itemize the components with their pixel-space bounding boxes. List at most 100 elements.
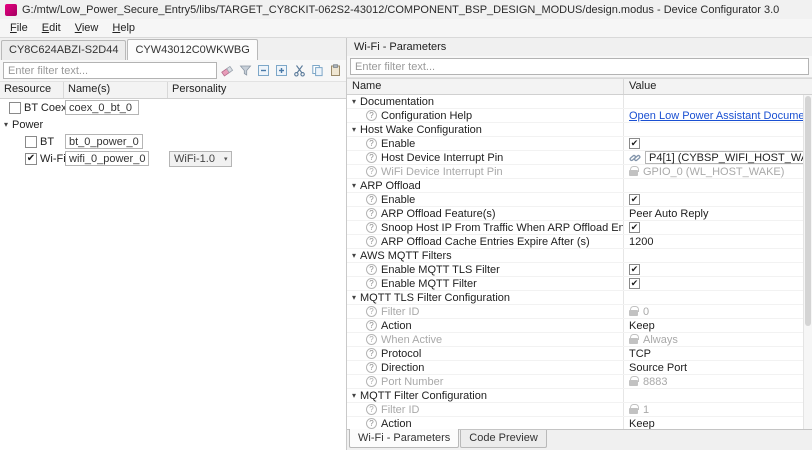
chevron-down-icon: ▾ bbox=[224, 155, 228, 163]
param-label: Host Device Interrupt Pin bbox=[381, 152, 503, 164]
app-icon bbox=[5, 4, 17, 16]
help-icon[interactable]: ? bbox=[366, 152, 377, 163]
paste-icon[interactable] bbox=[327, 63, 343, 78]
value-text[interactable]: Peer Auto Reply bbox=[629, 208, 709, 220]
help-icon[interactable]: ? bbox=[366, 404, 377, 415]
copy-icon[interactable] bbox=[309, 63, 325, 78]
param-label: WiFi Device Interrupt Pin bbox=[381, 166, 503, 178]
collapse-icon[interactable]: ▾ bbox=[352, 126, 356, 134]
value-checkbox[interactable] bbox=[629, 138, 640, 149]
param-label: Enable MQTT Filter bbox=[381, 278, 477, 290]
help-icon[interactable]: ? bbox=[366, 376, 377, 387]
scrollbar-thumb[interactable] bbox=[805, 96, 811, 326]
resource-name-input[interactable]: coex_0_bt_0 bbox=[65, 100, 139, 115]
help-icon[interactable]: ? bbox=[366, 418, 377, 429]
resource-name-input[interactable]: wifi_0_power_0 bbox=[65, 151, 149, 166]
pin-value-input[interactable]: P4[1] (CYBSP_WIFI_HOST_WAKE) bbox=[645, 151, 812, 164]
resource-name-input[interactable]: bt_0_power_0 bbox=[65, 134, 143, 149]
help-icon[interactable]: ? bbox=[366, 264, 377, 275]
cut-icon[interactable] bbox=[291, 63, 307, 78]
param-filter-input[interactable] bbox=[350, 58, 809, 75]
param-row: ?ProtocolTCP bbox=[347, 347, 812, 361]
param-label: Enable bbox=[381, 138, 415, 150]
param-row: ?Port Number8883 bbox=[347, 375, 812, 389]
collapse-icon[interactable]: ▾ bbox=[352, 182, 356, 190]
param-label: Snoop Host IP From Traffic When ARP Offl… bbox=[381, 222, 624, 234]
value-checkbox[interactable] bbox=[629, 222, 640, 233]
param-row: ?DirectionSource Port bbox=[347, 361, 812, 375]
help-icon[interactable]: ? bbox=[366, 320, 377, 331]
value-text[interactable]: TCP bbox=[629, 348, 651, 360]
column-header-personality[interactable]: Personality bbox=[168, 82, 346, 98]
help-icon[interactable]: ? bbox=[366, 208, 377, 219]
param-row: ?When ActiveAlways bbox=[347, 333, 812, 347]
section-label: Documentation bbox=[360, 96, 434, 108]
value-text: GPIO_0 (WL_HOST_WAKE) bbox=[643, 166, 784, 178]
resource-filter-input[interactable] bbox=[3, 62, 217, 79]
resource-checkbox[interactable] bbox=[9, 102, 21, 114]
column-header-name[interactable]: Name bbox=[347, 79, 624, 94]
menu-edit[interactable]: Edit bbox=[35, 20, 68, 36]
personality-select[interactable]: WiFi-1.0▾ bbox=[169, 151, 232, 167]
help-icon[interactable]: ? bbox=[366, 306, 377, 317]
collapse-icon[interactable]: ▾ bbox=[4, 121, 8, 129]
help-icon[interactable]: ? bbox=[366, 362, 377, 373]
lock-icon bbox=[629, 408, 638, 414]
help-icon[interactable]: ? bbox=[366, 110, 377, 121]
value-checkbox[interactable] bbox=[629, 194, 640, 205]
bottom-tab[interactable]: Wi-Fi - Parameters bbox=[349, 429, 459, 448]
resource-checkbox[interactable] bbox=[25, 153, 37, 165]
doc-link[interactable]: Open Low Power Assistant Documentation bbox=[629, 110, 812, 122]
help-icon[interactable]: ? bbox=[366, 166, 377, 177]
expand-all-icon[interactable] bbox=[273, 63, 289, 78]
vertical-scrollbar[interactable] bbox=[803, 95, 812, 429]
clear-filter-icon[interactable] bbox=[219, 63, 235, 78]
value-checkbox[interactable] bbox=[629, 264, 640, 275]
value-text: 8883 bbox=[643, 376, 667, 388]
param-row: ? Snoop Host IP From Traffic When ARP Off… bbox=[347, 221, 812, 235]
help-icon[interactable]: ? bbox=[366, 194, 377, 205]
value-text[interactable]: Source Port bbox=[629, 362, 687, 374]
main-area: CY8C624ABZI-S2D44CYW43012C0WKWBG bbox=[0, 38, 812, 450]
device-tab[interactable]: CY8C624ABZI-S2D44 bbox=[1, 40, 126, 60]
help-icon[interactable]: ? bbox=[366, 334, 377, 345]
collapse-icon[interactable]: ▾ bbox=[352, 98, 356, 106]
lock-icon bbox=[629, 170, 638, 176]
collapse-icon[interactable]: ▾ bbox=[352, 392, 356, 400]
column-header-names[interactable]: Name(s) bbox=[64, 82, 168, 98]
param-label: ARP Offload Cache Entries Expire After (… bbox=[381, 236, 590, 248]
column-header-resource[interactable]: Resource bbox=[0, 82, 64, 98]
bottom-tab[interactable]: Code Preview bbox=[460, 430, 546, 448]
menu-view[interactable]: View bbox=[68, 20, 106, 36]
device-tab[interactable]: CYW43012C0WKWBG bbox=[127, 39, 257, 60]
collapse-icon[interactable]: ▾ bbox=[352, 294, 356, 302]
help-icon[interactable]: ? bbox=[366, 348, 377, 359]
param-row: ? Enable bbox=[347, 137, 812, 151]
help-icon[interactable]: ? bbox=[366, 138, 377, 149]
help-icon[interactable]: ? bbox=[366, 236, 377, 247]
menu-help[interactable]: Help bbox=[105, 20, 142, 36]
resource-checkbox[interactable] bbox=[25, 136, 37, 148]
help-icon[interactable]: ? bbox=[366, 278, 377, 289]
collapse-all-icon[interactable] bbox=[255, 63, 271, 78]
param-label: Enable bbox=[381, 194, 415, 206]
section-label: ARP Offload bbox=[360, 180, 421, 192]
filter-icon[interactable] bbox=[237, 63, 253, 78]
help-icon[interactable]: ? bbox=[366, 222, 377, 233]
title-bar: G:/mtw/Low_Power_Secure_Entry5/libs/TARG… bbox=[0, 0, 812, 19]
value-text[interactable]: Keep bbox=[629, 418, 655, 430]
column-header-value[interactable]: Value bbox=[624, 79, 812, 94]
param-row: ? Enable MQTT Filter bbox=[347, 277, 812, 291]
menu-bar: FileEditViewHelp bbox=[0, 19, 812, 38]
menu-file[interactable]: File bbox=[3, 20, 35, 36]
param-row: ? WiFi Device Interrupt Pin GPIO_0 (WL_HOS… bbox=[347, 165, 812, 179]
value-text[interactable]: Keep bbox=[629, 320, 655, 332]
resource-label: BT bbox=[40, 136, 54, 148]
value-text[interactable]: 1200 bbox=[629, 236, 653, 248]
param-section-row: ▾MQTT TLS Filter Configuration bbox=[347, 291, 812, 305]
collapse-icon[interactable]: ▾ bbox=[352, 252, 356, 260]
param-row: ?ARP Offload Feature(s)Peer Auto Reply bbox=[347, 207, 812, 221]
resource-group-row: ▾Power bbox=[0, 116, 346, 133]
resource-table-header: Resource Name(s) Personality bbox=[0, 82, 346, 99]
value-checkbox[interactable] bbox=[629, 278, 640, 289]
